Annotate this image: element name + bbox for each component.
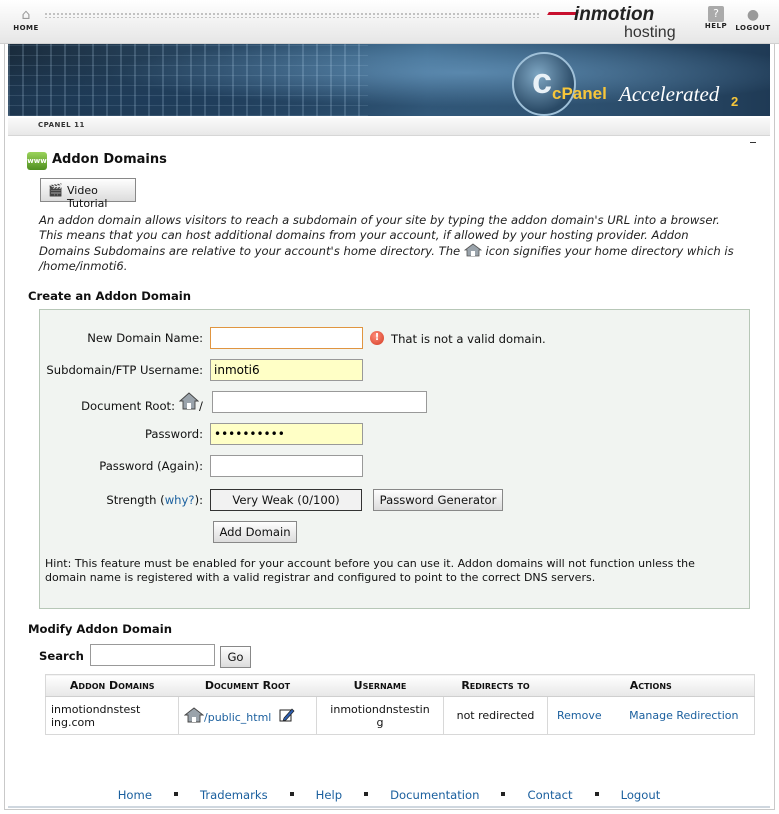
domain-cell: inmotiondnstesting.com [45, 696, 179, 735]
accelerated-logo-text: Accelerated [619, 82, 720, 106]
column-header-document-root: Document Root [178, 674, 317, 697]
strength-label: Strength (why?): [40, 493, 203, 507]
footer-link-contact[interactable]: Contact [527, 788, 572, 802]
banner-grid [8, 44, 368, 116]
strength-why-link[interactable]: why? [165, 493, 195, 507]
docroot-cell: /public_html [178, 696, 317, 735]
username-cell: inmotiondnstesting [316, 696, 444, 735]
footer-separator [289, 792, 294, 796]
domain-error-text: That is not a valid domain. [391, 332, 546, 346]
search-label: Search [39, 649, 84, 663]
document-root-label: Document Root: [81, 399, 175, 413]
go-button[interactable]: Go [220, 646, 251, 668]
help-nav-button[interactable]: ? HELP [698, 6, 734, 38]
breadcrumb: CPANEL 11 [8, 118, 770, 136]
subdomain-label: Subdomain/FTP Username: [46, 363, 203, 377]
new-domain-label: New Domain Name: [87, 331, 203, 345]
table-header-row: Addon Domains Document Root Username Red… [45, 674, 755, 697]
column-header-redirects-to: Redirects to [443, 674, 548, 697]
redirect-value: not redirected [443, 696, 548, 735]
search-input[interactable] [90, 644, 215, 666]
footer-separator [173, 792, 178, 796]
brand-name: inmotion [574, 4, 655, 25]
document-root-slash: / [199, 399, 203, 413]
top-bar: ⌂ HOME inmotion hosting ? HELP ● LOGOUT [0, 0, 779, 44]
footer-rule [8, 806, 770, 808]
home-nav-button[interactable]: ⌂ HOME [8, 6, 44, 38]
video-tutorial-button[interactable]: 🎬 Video Tutorial [40, 178, 136, 210]
dotted-divider [44, 12, 540, 18]
footer-link-documentation[interactable]: Documentation [390, 788, 479, 802]
manage-redirection-link[interactable]: Manage Redirection [629, 709, 738, 722]
help-nav-label: HELP [704, 22, 728, 30]
page-title: Addon Domains [52, 152, 167, 167]
addon-domains-table: Addon Domains Document Root Username Red… [45, 674, 755, 735]
cpanel-logo-text: cPanel [552, 84, 607, 103]
home-icon: ⌂ [21, 7, 31, 23]
username-value: inmotiondnstesting [330, 702, 430, 729]
cpanel-banner: c cPanel Accelerated 2 [8, 44, 770, 116]
www-icon: www [27, 152, 47, 170]
home-nav-label: HOME [13, 24, 39, 32]
add-domain-button[interactable]: Add Domain [213, 521, 297, 543]
footer-separator [364, 792, 369, 796]
column-header-username: Username [316, 674, 444, 697]
cpanel-logo-c: c [532, 60, 553, 101]
password-again-input[interactable] [210, 455, 363, 477]
logout-nav-button[interactable]: ● LOGOUT [735, 6, 771, 38]
video-camera-icon: 🎬 [48, 183, 63, 197]
brand-sub: hosting [624, 24, 676, 41]
home-directory-icon [463, 243, 482, 257]
home-directory-icon [183, 707, 205, 723]
strength-label-end: ): [194, 493, 203, 507]
user-icon: ● [746, 7, 760, 23]
video-tutorial-label: Video Tutorial [67, 184, 108, 210]
new-domain-input[interactable] [210, 327, 363, 349]
remove-link[interactable]: Remove [557, 709, 602, 722]
help-icon: ? [708, 6, 724, 22]
footer-link-home[interactable]: Home [118, 788, 152, 802]
footer-separator [501, 792, 506, 796]
footer-link-help[interactable]: Help [316, 788, 342, 802]
inmotion-logo: inmotion hosting [547, 4, 688, 42]
page-description: An addon domain allows visitors to reach… [39, 213, 739, 274]
password-generator-button[interactable]: Password Generator [373, 489, 503, 511]
password-input[interactable] [210, 423, 363, 445]
home-directory-icon [179, 392, 199, 410]
footer-link-logout[interactable]: Logout [621, 788, 661, 802]
edit-icon[interactable] [279, 708, 295, 722]
table-row: inmotiondnstesting.com /public_html inmo… [45, 696, 755, 735]
footer-separator [594, 792, 599, 796]
footer-nav: Home Trademarks Help Documentation Contact Lo… [8, 788, 770, 808]
docroot-link[interactable]: /public_html [204, 711, 271, 724]
password-strength-meter: Very Weak (0/100) [210, 489, 362, 511]
hint-text: Hint: This feature must be enabled for y… [45, 557, 695, 584]
password-label: Password: [144, 427, 203, 441]
column-header-actions: Actions [547, 674, 755, 697]
logout-nav-label: LOGOUT [735, 24, 771, 32]
dash-mark [750, 142, 756, 143]
subdomain-input[interactable] [210, 359, 363, 381]
document-root-input[interactable] [212, 391, 427, 413]
password-again-label: Password (Again): [99, 459, 203, 473]
create-section-title: Create an Addon Domain [28, 289, 192, 303]
column-header-addon-domains: Addon Domains [45, 674, 179, 697]
modify-section-title: Modify Addon Domain [28, 622, 172, 636]
strength-label-text: Strength ( [106, 493, 165, 507]
error-icon: ! [370, 331, 384, 345]
domain-name: inmotiondnstesting.com [51, 702, 141, 729]
footer-link-trademarks[interactable]: Trademarks [200, 788, 268, 802]
cpanel-version-label: CPANEL 11 [38, 121, 85, 129]
accelerated-logo-num: 2 [731, 94, 739, 109]
actions-cell: Remove Manage Redirection [547, 696, 755, 735]
